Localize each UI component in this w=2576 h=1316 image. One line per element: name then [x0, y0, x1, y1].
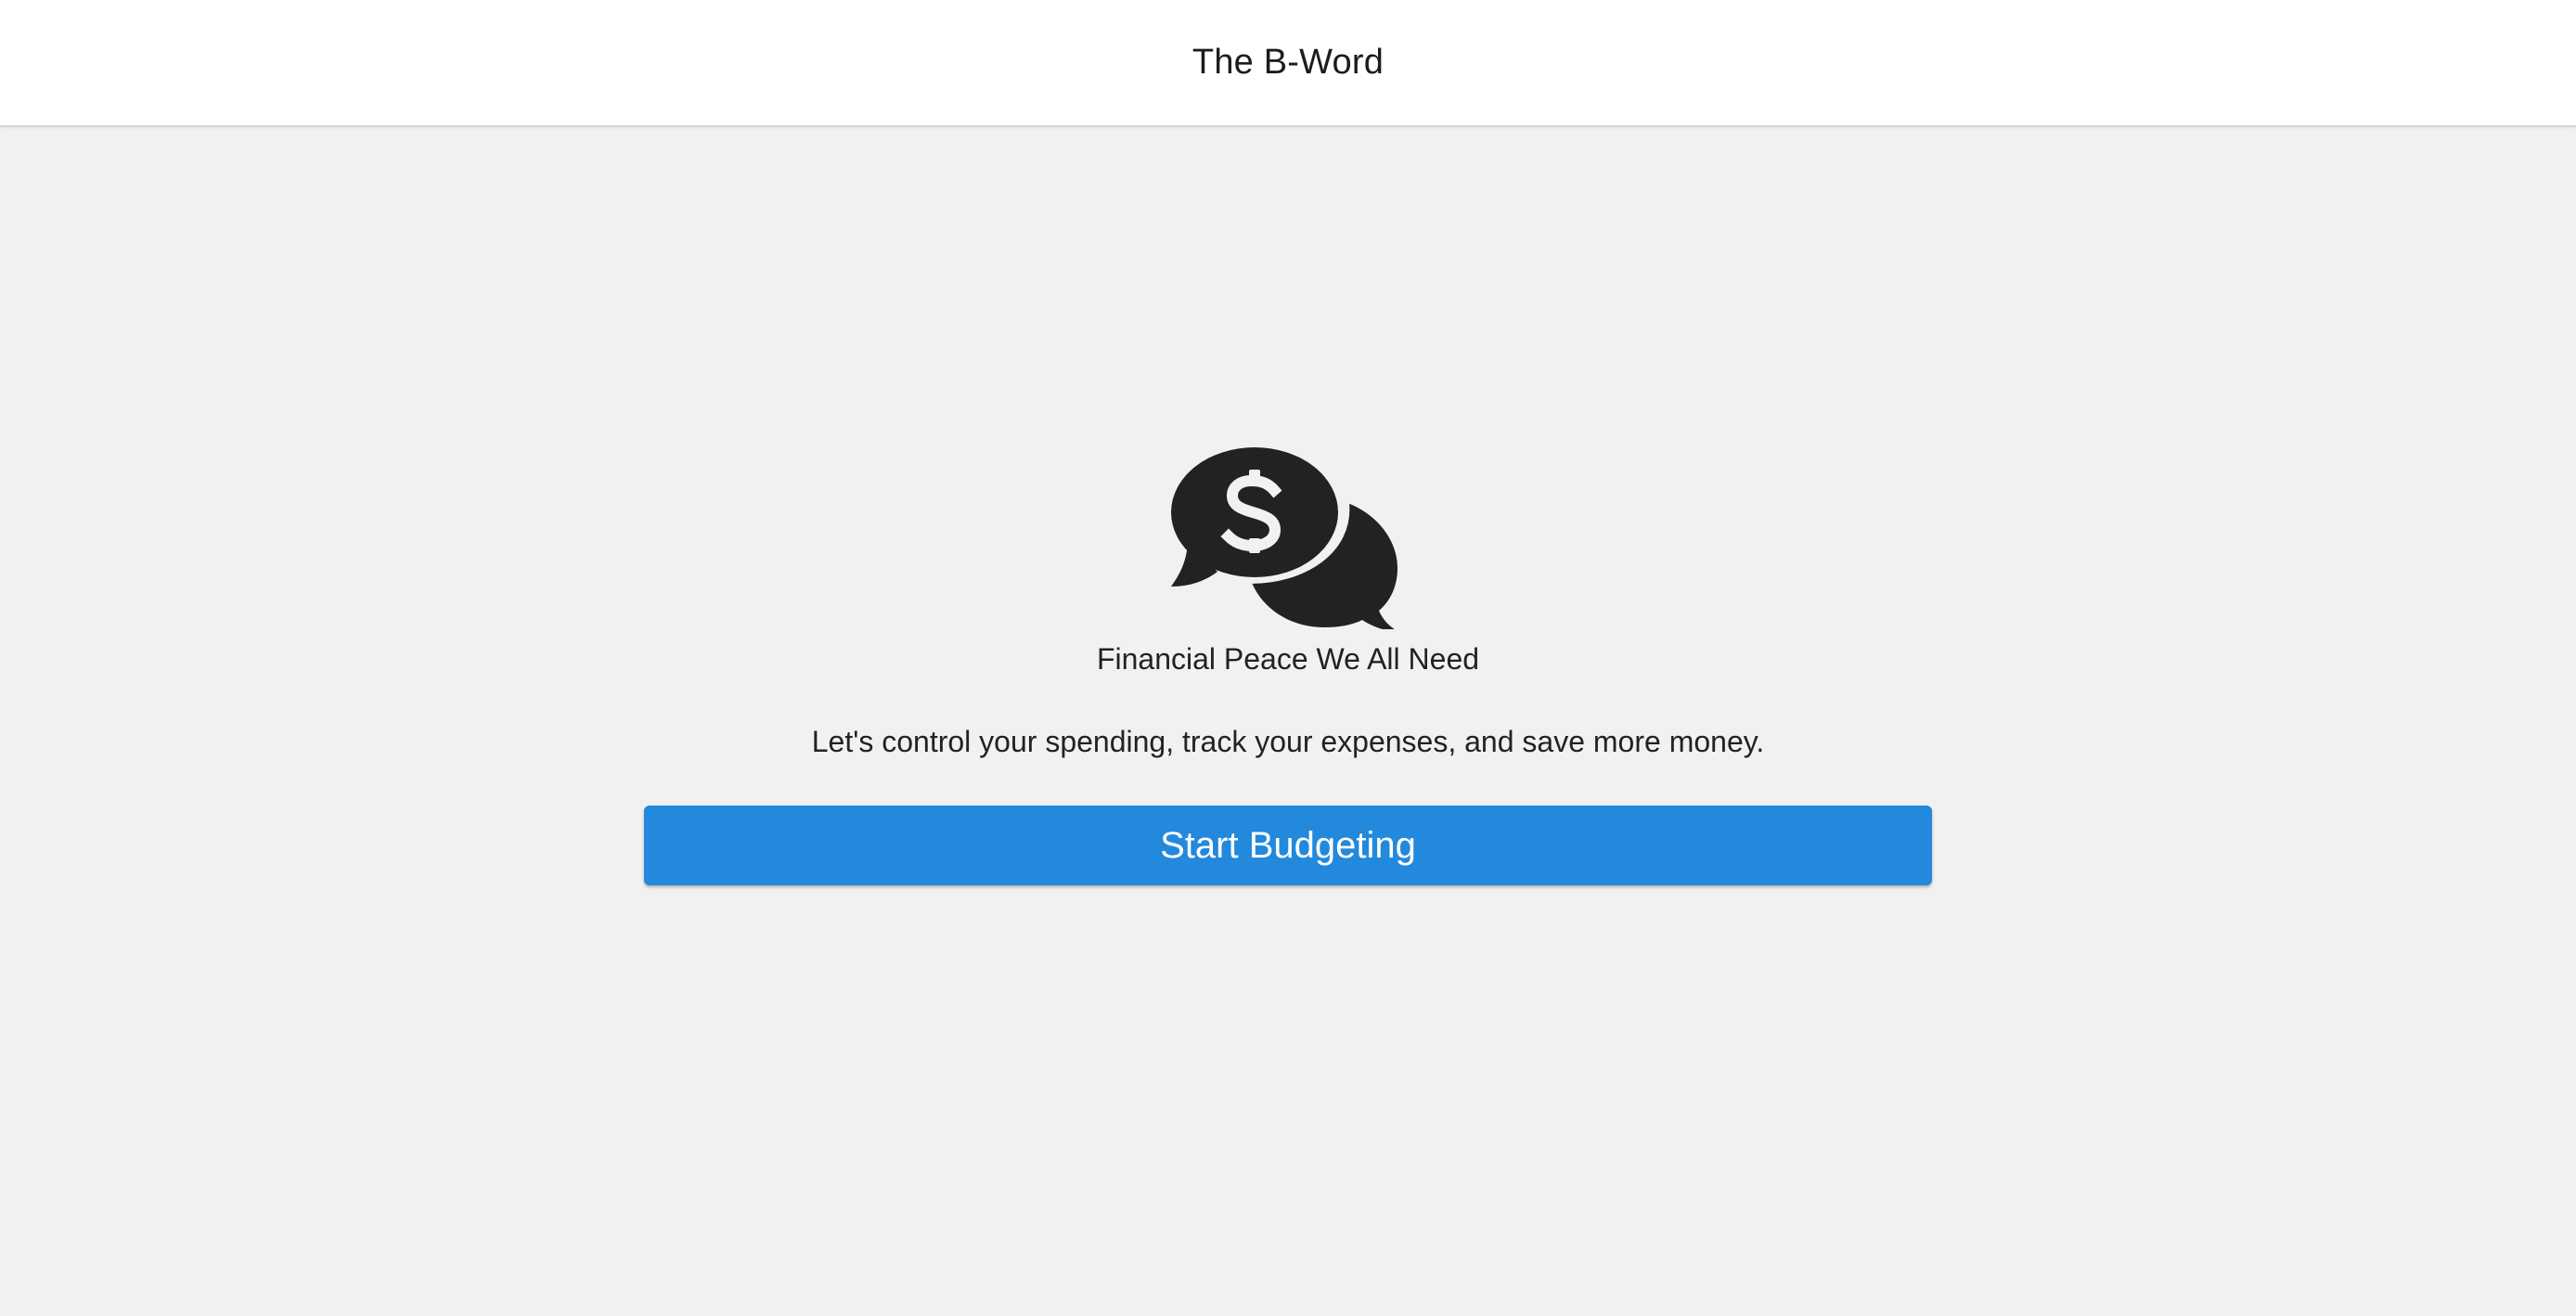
hero-tagline: Financial Peace We All Need	[1096, 642, 1480, 676]
comments-dollar-icon	[1171, 447, 1397, 629]
hero-description: Let's control your spending, track your …	[811, 725, 1765, 758]
app-title: The B-Word	[1191, 43, 1385, 82]
start-budgeting-button[interactable]: Start Budgeting	[644, 806, 1932, 885]
app-header: The B-Word	[0, 0, 2576, 127]
